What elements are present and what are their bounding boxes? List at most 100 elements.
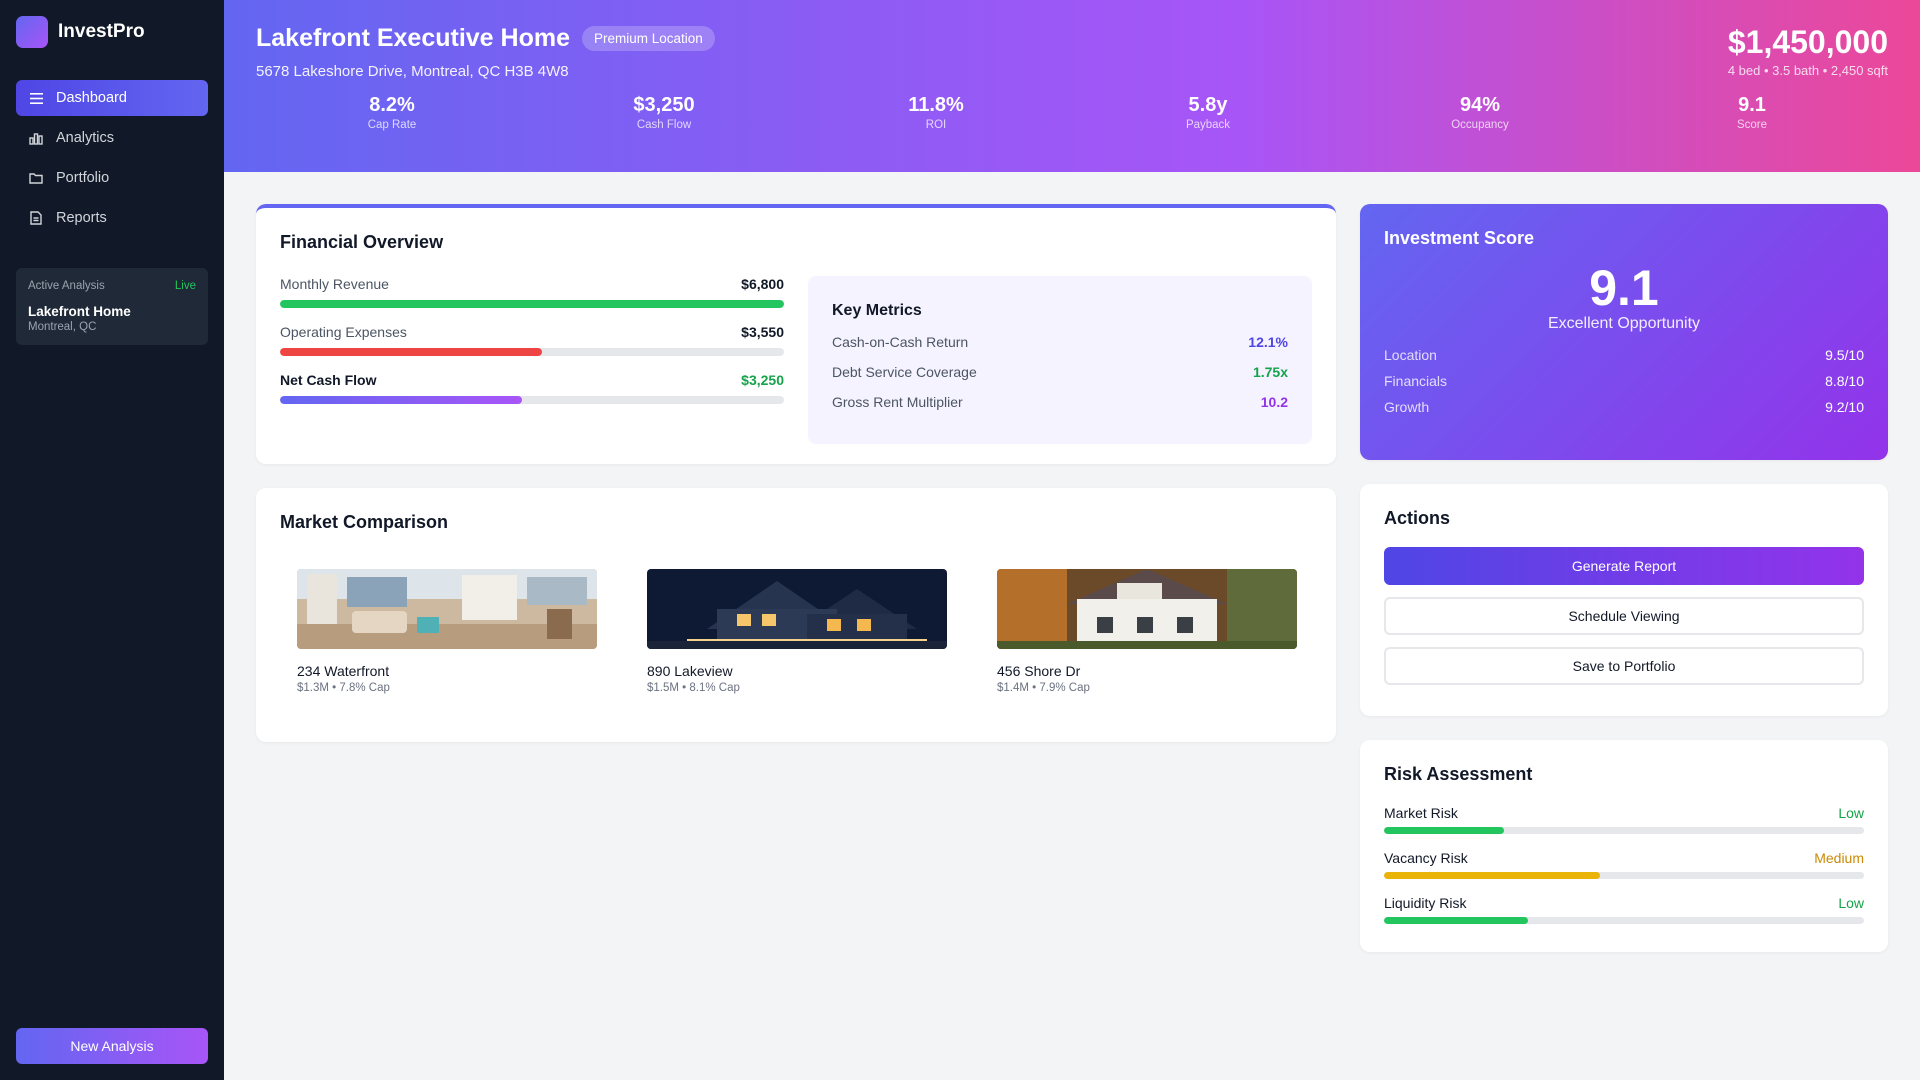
schedule-viewing-button[interactable]: Schedule Viewing (1384, 597, 1864, 635)
actions-card: Actions Generate Report Schedule Viewing… (1360, 484, 1888, 716)
active-analysis-location: Montreal, QC (28, 321, 97, 333)
save-to-portfolio-button[interactable]: Save to Portfolio (1384, 647, 1864, 685)
market-risk: Market Risk Low (1384, 805, 1864, 834)
active-analysis-title: Lakefront Home (28, 304, 131, 319)
brand[interactable]: InvestPro (16, 16, 208, 48)
sidebar-item-portfolio[interactable]: Portfolio (16, 160, 208, 196)
comp-details: $1.4M • 7.9% Cap (997, 682, 1090, 694)
market-comparison-card: Market Comparison 234 Waterfront $1.3M •… (256, 488, 1336, 742)
risk-label: Market Risk (1384, 805, 1458, 821)
metric-label: Gross Rent Multiplier (832, 394, 963, 410)
stat-occupancy: 94% Occupancy (1344, 94, 1616, 131)
metric-row: Gross Rent Multiplier 10.2 (832, 394, 1288, 410)
property-photo (647, 569, 947, 649)
score-row-label: Location (1384, 347, 1437, 363)
metric-row: Cash-on-Cash Return 12.1% (832, 334, 1288, 350)
metric-label: Cash-on-Cash Return (832, 334, 969, 350)
comp-details: $1.5M • 8.1% Cap (647, 682, 740, 694)
property-price: $1,450,000 (1727, 24, 1888, 60)
property-title: Lakefront Executive Home (256, 24, 570, 52)
bar-value: $3,250 (741, 372, 784, 388)
score-row: Location 9.5/10 (1384, 347, 1864, 363)
score-row: Growth 9.2/10 (1384, 399, 1864, 415)
revenue-bar: Monthly Revenue $6,800 (280, 276, 784, 308)
generate-report-button[interactable]: Generate Report (1384, 547, 1864, 585)
score-value: 9.1 (1589, 260, 1659, 316)
comparable-property[interactable]: 890 Lakeview $1.5M • 8.1% Cap (647, 569, 947, 694)
net-cash-flow-bar: Net Cash Flow $3,250 (280, 372, 784, 404)
bar-fill (280, 348, 543, 356)
stat-label: ROI (925, 119, 947, 131)
score-row-value: 9.2/10 (1825, 399, 1864, 415)
stats-row: 8.2% Cap Rate $3,250 Cash Flow 11.8% ROI… (256, 94, 1888, 131)
card-title: Investment Score (1384, 228, 1535, 248)
liquidity-risk: Liquidity Risk Low (1384, 895, 1864, 924)
app-name: InvestPro (58, 21, 145, 42)
score-row-label: Growth (1384, 399, 1430, 415)
stat-roi: 11.8% ROI (800, 94, 1072, 131)
stat-label: Payback (1185, 119, 1231, 131)
sidebar-item-reports[interactable]: Reports (16, 200, 208, 236)
bar-label: Operating Expenses (280, 324, 407, 340)
active-analysis-heading: Active Analysis (28, 280, 105, 292)
stat-value: 9.1 (1738, 94, 1766, 116)
score-row-label: Financials (1384, 373, 1448, 389)
folder-icon (28, 170, 44, 186)
main-nav: Dashboard Analytics Portfolio Reports (16, 80, 208, 236)
card-title: Risk Assessment (1384, 764, 1533, 784)
score-row-value: 8.8/10 (1825, 373, 1864, 389)
risk-label: Vacancy Risk (1384, 850, 1468, 866)
property-photo (997, 569, 1297, 649)
premium-badge: Premium Location (582, 26, 715, 51)
card-title: Market Comparison (280, 512, 449, 532)
expenses-bar: Operating Expenses $3,550 (280, 324, 784, 356)
sidebar-item-analytics[interactable]: Analytics (16, 120, 208, 156)
bar-label: Net Cash Flow (280, 372, 377, 388)
property-details: 4 bed • 3.5 bath • 2,450 sqft (1727, 63, 1888, 78)
score-row: Financials 8.8/10 (1384, 373, 1864, 389)
metric-label: Debt Service Coverage (832, 364, 977, 380)
bar-label: Monthly Revenue (280, 276, 389, 292)
card-title: Financial Overview (280, 232, 444, 252)
stat-cash-flow: $3,250 Cash Flow (528, 94, 800, 131)
document-icon (28, 210, 44, 226)
active-analysis-card[interactable]: Active Analysis Live Lakefront Home Mont… (16, 268, 208, 345)
property-photo (297, 569, 597, 649)
stat-value: 5.8y (1188, 94, 1228, 116)
new-analysis-button[interactable]: New Analysis (16, 1028, 208, 1064)
menu-icon (28, 90, 44, 106)
bar-value: $6,800 (741, 276, 784, 292)
risk-level: Low (1838, 895, 1864, 911)
risk-fill (1384, 827, 1504, 834)
metric-row: Debt Service Coverage 1.75x (832, 364, 1288, 380)
risk-fill (1384, 872, 1600, 879)
sidebar-item-dashboard[interactable]: Dashboard (16, 80, 208, 116)
metric-value: 1.75x (1252, 364, 1288, 380)
stat-value: $3,250 (633, 94, 695, 116)
stat-label: Cap Rate (367, 119, 417, 131)
key-metrics-panel: Key Metrics Cash-on-Cash Return 12.1% Deb… (808, 276, 1312, 444)
risk-fill (1384, 917, 1528, 924)
risk-level: Medium (1814, 850, 1864, 866)
bar-value: $3,550 (741, 324, 784, 340)
sidebar-item-label: Dashboard (56, 90, 127, 106)
key-metrics-title: Key Metrics (832, 302, 922, 319)
stat-score: 9.1 Score (1616, 94, 1888, 131)
stat-value: 94% (1459, 94, 1501, 116)
stat-value: 8.2% (369, 94, 415, 116)
financial-overview-card: Financial Overview Monthly Revenue $6,800… (256, 204, 1336, 464)
metric-value: 10.2 (1260, 394, 1288, 410)
property-address: 5678 Lakeshore Drive, Montreal, QC H3B 4… (256, 63, 569, 80)
comparable-property[interactable]: 234 Waterfront $1.3M • 7.8% Cap (297, 569, 597, 694)
bar-chart-icon (28, 130, 44, 146)
comp-details: $1.3M • 7.8% Cap (297, 682, 390, 694)
stat-label: Score (1736, 119, 1768, 131)
bar-fill (280, 396, 522, 404)
comparable-property[interactable]: 456 Shore Dr $1.4M • 7.9% Cap (997, 569, 1297, 694)
risk-level: Low (1838, 805, 1864, 821)
live-status: Live (174, 280, 196, 292)
metric-value: 12.1% (1248, 334, 1288, 350)
vacancy-risk: Vacancy Risk Medium (1384, 850, 1864, 879)
sidebar-item-label: Reports (56, 210, 107, 226)
comp-name: 456 Shore Dr (997, 663, 1081, 679)
